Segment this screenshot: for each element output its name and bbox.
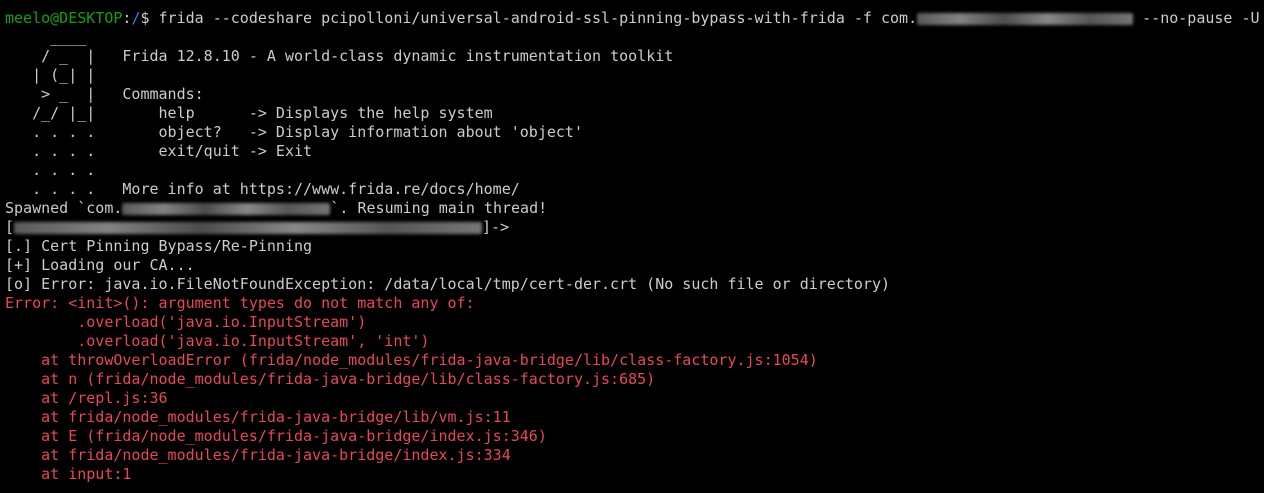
redacted-package-name [122,202,331,215]
stack-trace-line: at E (frida/node_modules/frida-java-brid… [5,427,547,445]
banner-art: / _ | [5,47,96,65]
banner-text: exit/quit -> Exit [95,142,313,160]
banner-line: > _ | Commands: [5,85,204,104]
banner-text: Commands: [95,85,204,103]
repl-prompt-line: [ ]-> [5,218,509,237]
spawned-suffix: `. Resuming main thread! [330,199,548,217]
banner-line: . . . . [5,161,95,180]
redacted-package-name [917,12,1134,25]
command-text-suffix: --no-pause -U [1133,9,1260,27]
banner-text: Frida 12.8.10 - A world-class dynamic in… [95,47,674,65]
banner-art: | (_| | [5,66,96,84]
banner-line: /_/ |_| help -> Displays the help system [5,104,493,123]
repl-prompt-close: ]-> [482,218,510,236]
banner-art: > _ | [5,85,96,103]
redacted-device-info [14,221,483,234]
banner-line: . . . . object? -> Display information a… [5,123,583,142]
output-line: [o] Error: java.io.FileNotFoundException… [5,275,891,293]
command-text: frida --codeshare pcipolloni/universal-a… [158,9,918,27]
banner-line: | (_| | [5,66,95,85]
stack-trace-line: at frida/node_modules/frida-java-bridge/… [5,446,511,464]
banner-art: . . . . [5,142,96,160]
error-line: Error: <init>(): argument types do not m… [5,294,475,312]
banner-line: . . . . More info at https://www.frida.r… [5,180,520,199]
stack-trace-line: at frida/node_modules/frida-java-bridge/… [5,408,511,426]
prompt-user-host: meelo@DESKTOP [5,9,123,27]
command-line: meelo@DESKTOP:/$ frida --codeshare pcipo… [5,9,1260,28]
banner-text: help -> Displays the help system [95,104,493,122]
spawned-prefix: Spawned `com. [5,199,123,217]
banner-art: ____ [5,28,87,46]
banner-art: . . . . [5,123,96,141]
banner-line: / _ | Frida 12.8.10 - A world-class dyna… [5,47,673,66]
output-line: [.] Cert Pinning Bypass/Re-Pinning [5,237,313,255]
banner-art: . . . . [5,161,96,179]
repl-prompt-open: [ [5,218,15,236]
banner-art: . . . . [5,180,96,198]
banner-art: /_/ |_| [5,104,96,122]
prompt-symbol: $ [140,9,159,27]
terminal-window[interactable]: meelo@DESKTOP:/$ frida --codeshare pcipo… [0,0,1264,493]
output-line: [+] Loading our CA... [5,256,195,274]
banner-text: object? -> Display information about 'ob… [95,123,583,141]
stack-trace-line: at throwOverloadError (frida/node_module… [5,351,818,369]
banner-text: More info at https://www.frida.re/docs/h… [95,180,520,198]
stack-trace-line: at input:1 [5,465,132,483]
spawned-line: Spawned `com. `. Resuming main thread! [5,199,547,218]
stack-trace-line: at /repl.js:36 [5,389,168,407]
banner-line: ____ [5,28,86,47]
error-line: .overload('java.io.InputStream') [5,313,367,331]
error-line: .overload('java.io.InputStream', 'int') [5,332,430,350]
banner-line: . . . . exit/quit -> Exit [5,142,312,161]
stack-trace-line: at n (frida/node_modules/frida-java-brid… [5,370,656,388]
